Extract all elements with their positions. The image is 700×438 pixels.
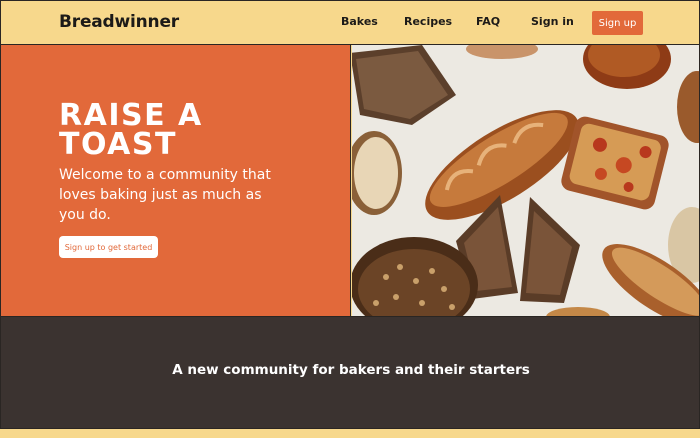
- hero-subtitle: Welcome to a community that loves baking…: [59, 167, 271, 223]
- community-heading: A new community for bakers and their sta…: [172, 362, 530, 378]
- bread-photo-icon: [352, 45, 699, 316]
- nav-link-recipes[interactable]: Recipes: [404, 15, 452, 28]
- top-navbar: Breadwinner Bakes Recipes FAQ Sign in Si…: [0, 0, 700, 45]
- hero-cta-button[interactable]: Sign up to get started: [59, 236, 158, 258]
- nav-link-bakes[interactable]: Bakes: [341, 15, 378, 28]
- signup-button[interactable]: Sign up: [592, 11, 643, 35]
- nav-link-sign-in[interactable]: Sign in: [531, 15, 574, 28]
- hero-left-panel: Raise a toast Welcome to a community tha…: [1, 45, 351, 316]
- logo[interactable]: Breadwinner: [59, 12, 179, 32]
- bread-photo: [352, 45, 699, 316]
- nav-link-faq[interactable]: FAQ: [476, 15, 500, 28]
- community-section: A new community for bakers and their sta…: [0, 317, 700, 428]
- footer-strip: [0, 428, 700, 438]
- hero-section: Raise a toast Welcome to a community tha…: [0, 45, 700, 317]
- hero-title: Raise a toast: [59, 98, 203, 162]
